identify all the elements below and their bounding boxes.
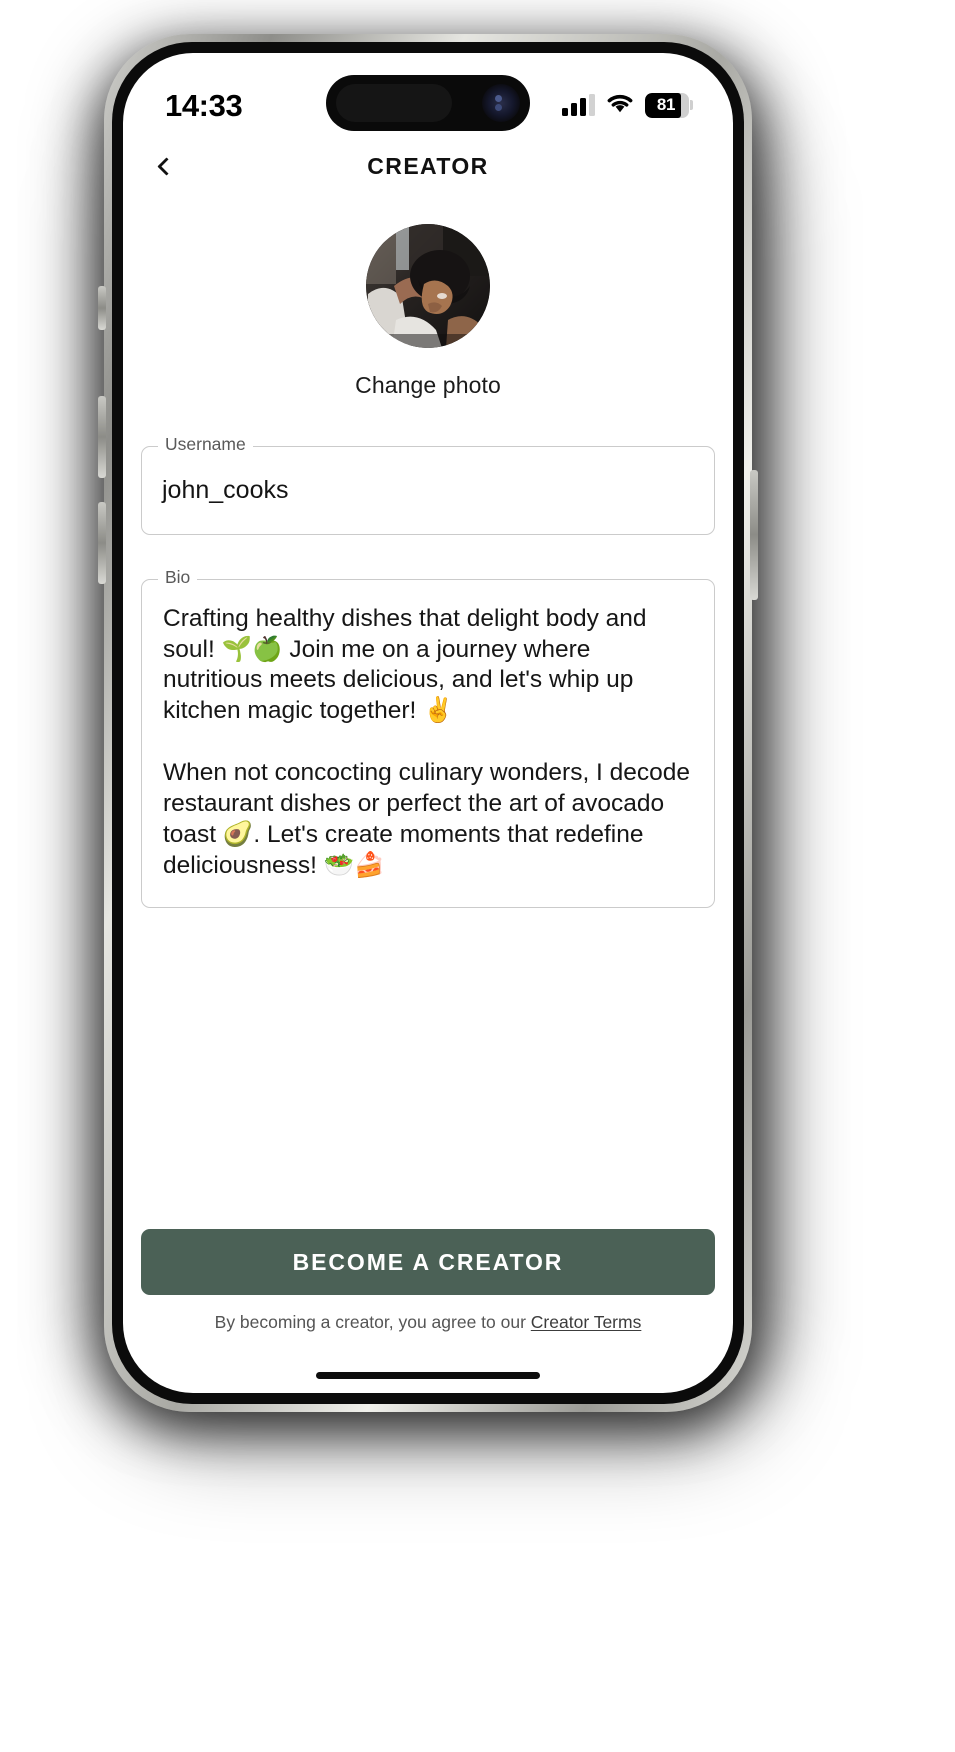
status-bar-indicators: 81 bbox=[562, 92, 693, 118]
bio-input[interactable]: Crafting healthy dishes that delight bod… bbox=[163, 604, 694, 882]
battery-percent-label: 81 bbox=[656, 95, 676, 114]
nav-bar: CREATOR bbox=[123, 135, 733, 197]
volume-down-button[interactable] bbox=[98, 502, 106, 584]
power-button[interactable] bbox=[750, 470, 758, 600]
silent-switch-button[interactable] bbox=[98, 286, 106, 330]
volume-up-button[interactable] bbox=[98, 396, 106, 478]
page-title: CREATOR bbox=[367, 152, 489, 179]
terms-disclaimer: By becoming a creator, you agree to our … bbox=[215, 1312, 642, 1333]
phone-screen: 14:33 81 CREATOR Change photo Username j… bbox=[123, 53, 733, 1393]
creator-terms-link[interactable]: Creator Terms bbox=[531, 1312, 642, 1332]
back-chevron-icon bbox=[157, 156, 176, 176]
username-field[interactable]: Username john_cooks bbox=[141, 435, 715, 535]
change-photo-button[interactable]: Change photo bbox=[355, 372, 501, 399]
status-bar-clock: 14:33 bbox=[165, 87, 243, 123]
front-camera-icon bbox=[482, 84, 520, 122]
bio-field[interactable]: Bio Crafting healthy dishes that delight… bbox=[141, 568, 715, 909]
home-indicator[interactable] bbox=[316, 1372, 540, 1379]
avatar[interactable] bbox=[366, 224, 490, 348]
become-a-creator-button[interactable]: BECOME A CREATOR bbox=[141, 1229, 715, 1295]
terms-prefix-text: By becoming a creator, you agree to our bbox=[214, 1312, 531, 1332]
cellular-bars-icon bbox=[562, 94, 595, 116]
dynamic-island-pill bbox=[336, 84, 452, 122]
back-button[interactable] bbox=[137, 135, 191, 197]
battery-icon: 81 bbox=[645, 92, 693, 118]
username-label: Username bbox=[158, 435, 253, 454]
cta-section: BECOME A CREATOR By becoming a creator, … bbox=[123, 1229, 733, 1333]
username-input[interactable]: john_cooks bbox=[162, 474, 694, 508]
bio-label: Bio bbox=[158, 568, 198, 587]
wifi-icon bbox=[606, 92, 634, 118]
status-bar: 14:33 81 bbox=[123, 53, 733, 135]
screenshot-scene: 14:33 81 CREATOR Change photo Username j… bbox=[0, 0, 955, 1752]
dynamic-island bbox=[326, 75, 530, 131]
avatar-block: Change photo bbox=[123, 197, 733, 399]
content-area: Change photo Username john_cooks Bio Cra… bbox=[123, 197, 733, 1393]
